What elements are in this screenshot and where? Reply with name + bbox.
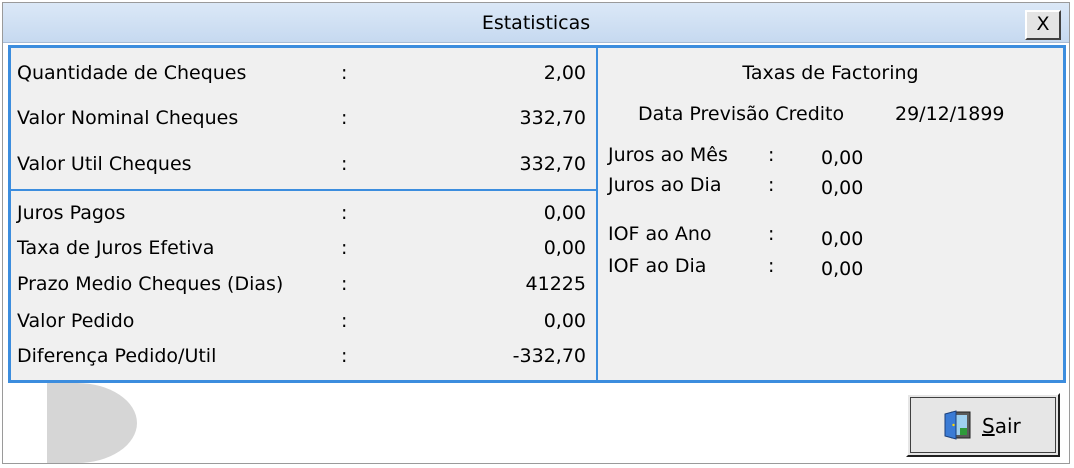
row-valor-pedido: Valor Pedido : 0,00 — [11, 310, 596, 340]
juros-dia-value: 0,00 — [821, 177, 864, 199]
row-label: Taxa de Juros Efetiva — [17, 237, 215, 259]
row-value: 0,00 — [543, 310, 586, 332]
juros-mes-label: Juros ao Mês — [608, 144, 728, 166]
statistics-panel: Quantidade de Cheques : 2,00 Valor Nomin… — [8, 45, 1066, 383]
title-bar: Estatisticas X — [3, 3, 1069, 43]
iof-ano-label: IOF ao Ano — [608, 223, 712, 245]
row-colon: : — [341, 107, 348, 129]
row-label: Diferença Pedido/Util — [17, 345, 217, 367]
exit-button[interactable]: Sair — [906, 393, 1060, 457]
row-colon: : — [341, 237, 348, 259]
close-button[interactable]: X — [1025, 10, 1061, 40]
row-value: 41225 — [525, 273, 586, 295]
row-colon: : — [341, 310, 348, 332]
row-juros-pagos: Juros Pagos : 0,00 — [11, 202, 596, 232]
exit-button-label-rest: air — [994, 414, 1021, 438]
exit-button-label: Sair — [982, 414, 1021, 438]
row-prazo-medio-cheques: Prazo Medio Cheques (Dias) : 41225 — [11, 273, 596, 303]
row-label: Quantidade de Cheques — [17, 62, 247, 84]
row-value: 0,00 — [543, 237, 586, 259]
row-value: 2,00 — [543, 62, 586, 84]
iof-dia-colon: : — [768, 255, 775, 277]
row-diferenca-pedido-util: Diferença Pedido/Util : -332,70 — [11, 345, 596, 375]
row-quantidade-cheques: Quantidade de Cheques : 2,00 — [11, 62, 596, 92]
row-value: -332,70 — [512, 345, 586, 367]
horizontal-divider — [11, 189, 596, 191]
previsao-credito-value: 29/12/1899 — [895, 103, 1005, 125]
iof-dia-label: IOF ao Dia — [608, 255, 707, 277]
row-valor-nominal-cheques: Valor Nominal Cheques : 332,70 — [11, 107, 596, 137]
row-colon: : — [341, 202, 348, 224]
exit-door-icon — [944, 410, 971, 440]
row-label: Valor Nominal Cheques — [17, 107, 239, 129]
iof-ano-colon: : — [768, 223, 775, 245]
juros-dia-label: Juros ao Dia — [608, 174, 722, 196]
previsao-credito-label: Data Previsão Credito — [638, 103, 845, 125]
iof-ano-value: 0,00 — [821, 228, 864, 250]
window-title: Estatisticas — [481, 12, 591, 34]
row-label: Juros Pagos — [17, 202, 126, 224]
row-label: Prazo Medio Cheques (Dias) — [17, 273, 284, 295]
row-valor-util-cheques: Valor Util Cheques : 332,70 — [11, 153, 596, 183]
row-colon: : — [341, 153, 348, 175]
statistics-window: Estatisticas X Quantidade de Cheques : 2… — [2, 2, 1070, 464]
row-value: 0,00 — [543, 202, 586, 224]
row-colon: : — [341, 62, 348, 84]
row-taxa-juros-efetiva: Taxa de Juros Efetiva : 0,00 — [11, 237, 596, 267]
exit-button-mnemonic: S — [982, 414, 995, 438]
juros-dia-colon: : — [768, 174, 775, 196]
iof-dia-value: 0,00 — [821, 258, 864, 280]
juros-mes-value: 0,00 — [821, 147, 864, 169]
juros-mes-colon: : — [768, 144, 775, 166]
row-label: Valor Util Cheques — [17, 153, 192, 175]
row-colon: : — [341, 345, 348, 367]
row-label: Valor Pedido — [17, 310, 135, 332]
row-value: 332,70 — [519, 107, 586, 129]
vertical-divider — [596, 48, 598, 380]
row-value: 332,70 — [519, 153, 586, 175]
factoring-rates-title: Taxas de Factoring — [742, 62, 919, 84]
row-colon: : — [341, 273, 348, 295]
